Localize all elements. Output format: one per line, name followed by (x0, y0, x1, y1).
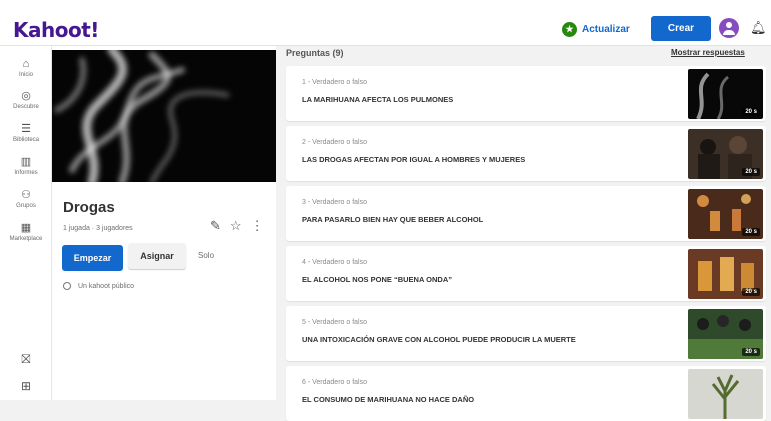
smoke-illustration (52, 50, 276, 182)
question-text: PARA PASARLO BIEN HAY QUE BEBER ALCOHOL (302, 215, 484, 224)
question-card[interactable]: 4 - Verdadero o falso EL ALCOHOL NOS PON… (286, 246, 766, 301)
questions-header: Preguntas (9) (286, 48, 344, 58)
home-icon: ⌂ (22, 58, 30, 70)
question-card[interactable]: 5 - Verdadero o falso UNA INTOXICACIÓN G… (286, 306, 766, 361)
time-badge: 20 s (742, 228, 760, 236)
kahoot-actions: ✎ ☆ ⋮ (210, 218, 264, 234)
questions-section: Preguntas (9) Mostrar respuestas 1 - Ver… (286, 46, 766, 421)
kahoot-logo[interactable]: Kahoot! (13, 18, 99, 42)
sidebar-item-label: Descubre (13, 104, 39, 110)
star-icon: ★ (562, 22, 577, 37)
list-icon: ☰ (21, 123, 31, 135)
question-thumbnail: 20 s (688, 129, 763, 179)
sidebar-item-biblioteca[interactable]: ☰ Biblioteca (0, 123, 52, 143)
question-card[interactable]: 6 - Verdadero o falso EL CONSUMO DE MARI… (286, 366, 766, 421)
chart-icon: ▥ (20, 156, 32, 168)
question-thumbnail: 20 s (688, 189, 763, 239)
question-thumbnail: 20 s (688, 69, 763, 119)
question-thumbnail: 20 s (688, 249, 763, 299)
more-options-icon[interactable]: ⋮ (251, 218, 264, 234)
question-text: UNA INTOXICACIÓN GRAVE CON ALCOHOL PUEDE… (302, 335, 576, 344)
question-type: 2 - Verdadero o falso (302, 139, 367, 146)
question-type: 1 - Verdadero o falso (302, 79, 367, 86)
plant-thumbnail (688, 369, 763, 419)
upgrade-label: Actualizar (582, 24, 630, 35)
sidebar-item-inicio[interactable]: ⌂ Inicio (0, 58, 52, 78)
compass-icon: ◎ (21, 90, 31, 102)
kahoot-meta: 1 jugada · 3 jugadores (63, 225, 133, 232)
bell-icon[interactable]: 🔔︎ (750, 20, 767, 36)
edit-icon[interactable]: ✎ (210, 218, 221, 234)
question-text: EL ALCOHOL NOS PONE “BUENA ONDA” (302, 275, 453, 284)
sidebar-item-grupos[interactable]: ⚇ Grupos (0, 189, 52, 209)
question-text: LAS DROGAS AFECTAN POR IGUAL A HOMBRES Y… (302, 155, 526, 164)
sidebar: ⌂ Inicio ◎ Descubre ☰ Biblioteca ▥ Infor… (0, 46, 52, 400)
sidebar-item-label: Inicio (18, 72, 33, 78)
sidebar-item-marketplace[interactable]: ▦ Marketplace (0, 222, 52, 242)
question-card[interactable]: 1 - Verdadero o falso LA MARIHUANA AFECT… (286, 66, 766, 121)
question-type: 6 - Verdadero o falso (302, 379, 367, 386)
question-card[interactable]: 2 - Verdadero o falso LAS DROGAS AFECTAN… (286, 126, 766, 181)
visibility-info: Un kahoot público (63, 282, 134, 290)
question-text: LA MARIHUANA AFECTA LOS PULMONES (302, 95, 454, 104)
sidebar-item-descubre[interactable]: ◎ Descubre (0, 90, 52, 110)
create-button[interactable]: Crear (651, 16, 711, 41)
question-thumbnail: 20 s (688, 309, 763, 359)
globe-icon (63, 282, 71, 290)
gift-icon[interactable]: ⛝ (0, 352, 52, 367)
solo-link[interactable]: Solo (198, 251, 214, 260)
sidebar-item-label: Grupos (16, 203, 36, 209)
sidebar-item-informes[interactable]: ▥ Informes (0, 156, 52, 176)
cover-image (52, 50, 276, 182)
question-type: 3 - Verdadero o falso (302, 199, 367, 206)
question-thumbnail (688, 369, 763, 419)
assign-button[interactable]: Asignar (128, 243, 186, 269)
show-answers-link[interactable]: Mostrar respuestas (671, 48, 745, 57)
kahoot-details-panel: Drogas 1 jugada · 3 jugadores ✎ ☆ ⋮ Empe… (52, 46, 276, 400)
sidebar-item-label: Biblioteca (12, 137, 39, 143)
favorite-star-icon[interactable]: ☆ (230, 218, 242, 234)
time-badge: 20 s (742, 108, 760, 116)
time-badge: 20 s (742, 168, 760, 176)
sidebar-item-label: Informes (14, 170, 38, 176)
apps-icon[interactable]: ⊞ (0, 379, 52, 393)
question-type: 5 - Verdadero o falso (302, 319, 367, 326)
time-badge: 20 s (742, 288, 760, 296)
upgrade-button[interactable]: ★ Actualizar (562, 22, 630, 37)
avatar[interactable] (719, 18, 739, 38)
top-bar: Kahoot! ★ Actualizar Crear 🔔︎ (0, 0, 771, 46)
visibility-label: Un kahoot público (78, 282, 135, 290)
sidebar-item-label: Marketplace (9, 236, 43, 242)
question-card[interactable]: 3 - Verdadero o falso PARA PASARLO BIEN … (286, 186, 766, 241)
question-type: 4 - Verdadero o falso (302, 259, 367, 266)
kahoot-title: Drogas (63, 199, 115, 216)
time-badge: 20 s (742, 348, 760, 356)
group-icon: ⚇ (21, 189, 31, 201)
store-icon: ▦ (20, 222, 32, 234)
start-button[interactable]: Empezar (62, 245, 123, 271)
